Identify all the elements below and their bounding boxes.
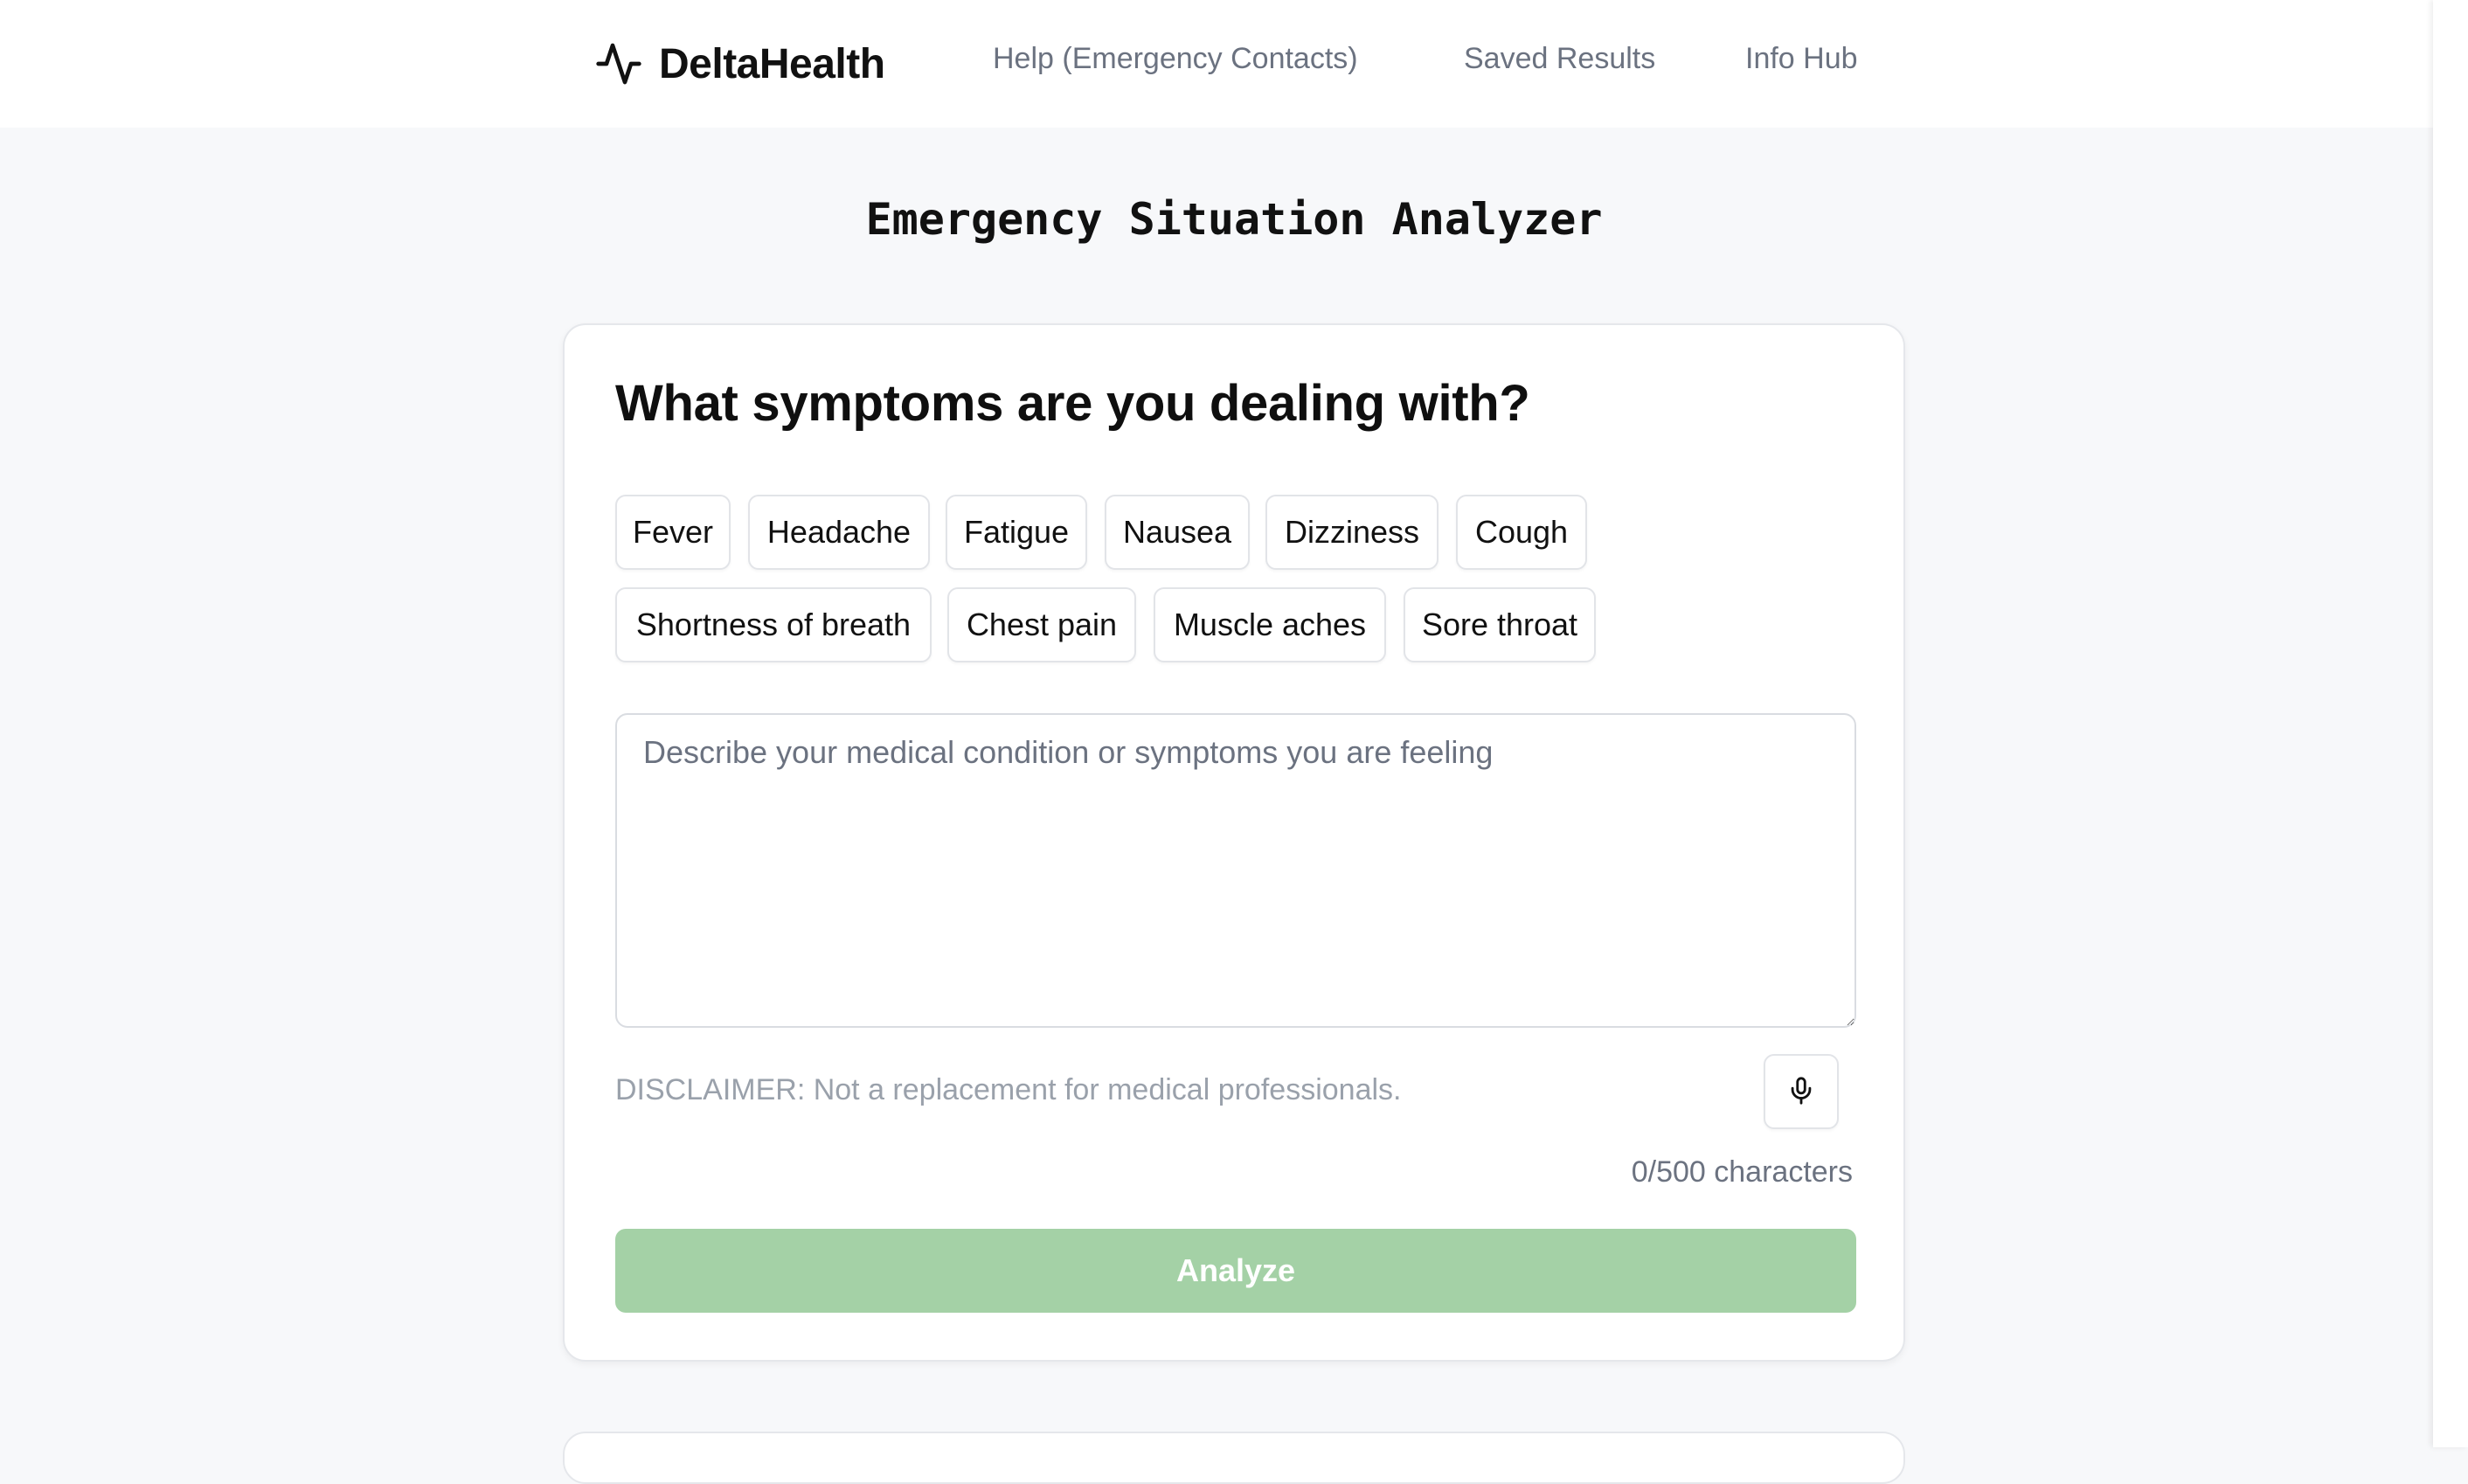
symptom-chip-dizziness[interactable]: Dizziness — [1265, 495, 1439, 570]
voice-input-button[interactable] — [1764, 1054, 1839, 1129]
symptom-description-textarea[interactable] — [615, 713, 1856, 1028]
results-card-partial — [563, 1432, 1905, 1484]
top-navigation-bar: DeltaHealth Help (Emergency Contacts) Sa… — [0, 0, 2433, 128]
medical-disclaimer: DISCLAIMER: Not a replacement for medica… — [615, 1073, 1402, 1106]
nav-link-saved-results[interactable]: Saved Results — [1464, 42, 1655, 76]
symptom-chip-chest-pain[interactable]: Chest pain — [947, 587, 1136, 662]
nav-link-info-hub[interactable]: Info Hub — [1745, 42, 1858, 76]
microphone-icon — [1786, 1076, 1816, 1108]
symptoms-question-heading: What symptoms are you dealing with? — [615, 375, 1530, 432]
symptom-chip-headache[interactable]: Headache — [748, 495, 930, 570]
symptom-chip-muscle-aches[interactable]: Muscle aches — [1154, 587, 1386, 662]
brand-logo-link[interactable]: DeltaHealth — [594, 33, 885, 94]
pulse-icon — [594, 39, 643, 88]
character-count: 0/500 characters — [1631, 1155, 1853, 1189]
symptom-chip-shortness-of-breath[interactable]: Shortness of breath — [615, 587, 932, 662]
symptom-chip-sore-throat[interactable]: Sore throat — [1404, 587, 1596, 662]
symptom-analyzer-card: What symptoms are you dealing with? Feve… — [563, 323, 1905, 1362]
page-title: Emergency Situation Analyzer — [865, 194, 1603, 245]
symptom-chip-nausea[interactable]: Nausea — [1105, 495, 1250, 570]
analyze-button[interactable]: Analyze — [615, 1229, 1856, 1313]
symptom-chip-fatigue[interactable]: Fatigue — [946, 495, 1087, 570]
symptom-chip-fever[interactable]: Fever — [615, 495, 731, 570]
nav-link-help-emergency-contacts[interactable]: Help (Emergency Contacts) — [993, 42, 1358, 76]
symptom-chip-cough[interactable]: Cough — [1456, 495, 1587, 570]
brand-name: DeltaHealth — [659, 40, 885, 87]
